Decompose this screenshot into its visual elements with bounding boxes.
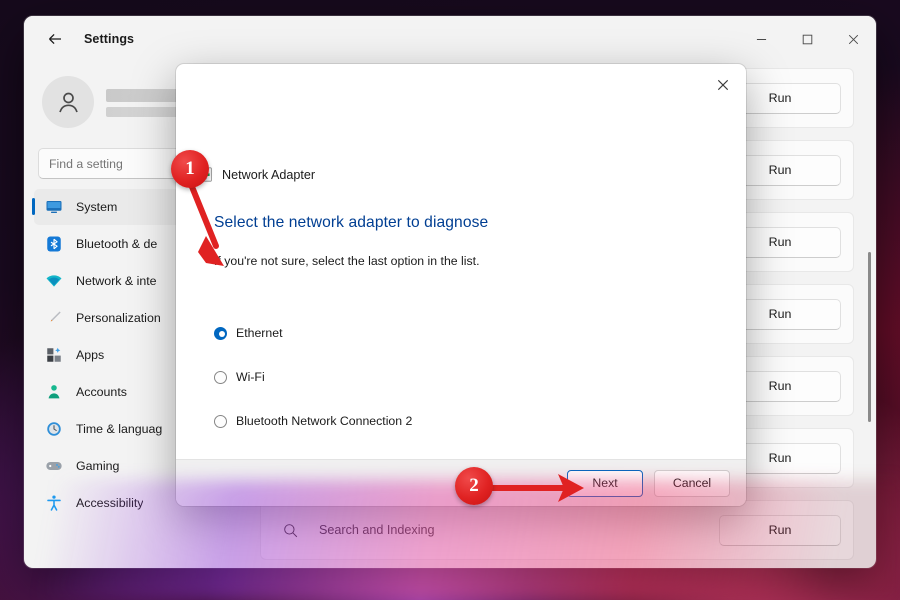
sidebar-item-label: Apps — [76, 348, 105, 362]
page-title: Settings — [84, 32, 135, 46]
sidebar-item-label: Accounts — [76, 385, 127, 399]
sidebar-item-label: Personalization — [76, 311, 161, 325]
sidebar-item-label: Accessibility — [76, 496, 144, 510]
annotation-step-2-badge: 2 — [455, 467, 493, 505]
sidebar-item-label: Gaming — [76, 459, 120, 473]
network-adapter-dialog: Network Adapter Select the network adapt… — [176, 64, 746, 506]
apps-grid-icon — [44, 346, 63, 365]
account-person-icon — [44, 383, 63, 402]
close-icon — [848, 34, 858, 44]
adapter-radio-group: Ethernet Wi-Fi Bluetooth Network Connect… — [214, 322, 412, 476]
dialog-close-button[interactable] — [706, 70, 740, 100]
annotation-arrow-2 — [480, 474, 584, 502]
paintbrush-icon — [44, 309, 63, 328]
gamepad-icon — [44, 457, 63, 476]
search-circle-icon — [279, 522, 301, 539]
clock-icon — [44, 420, 63, 439]
minimize-icon — [756, 38, 766, 40]
radio-mark-icon — [214, 326, 227, 340]
maximize-icon — [802, 34, 812, 44]
sidebar-item-label: System — [76, 200, 118, 214]
dialog-subtext: If you're not sure, select the last opti… — [214, 254, 480, 268]
run-button[interactable]: Run — [719, 514, 841, 546]
annotation-step-1-badge: 1 — [171, 150, 209, 188]
sidebar-item-label: Network & inte — [76, 274, 157, 288]
window-controls — [738, 16, 876, 62]
radio-option-ethernet[interactable]: Ethernet — [214, 322, 412, 344]
cancel-button[interactable]: Cancel — [654, 469, 730, 497]
minimize-button[interactable] — [738, 16, 784, 62]
close-button[interactable] — [830, 16, 876, 62]
table-row[interactable]: Search and Indexing Run — [260, 500, 854, 560]
radio-option-bluetooth-network-connection-2[interactable]: Bluetooth Network Connection 2 — [214, 410, 412, 432]
monitor-icon — [44, 198, 63, 217]
back-button[interactable] — [40, 24, 70, 54]
avatar — [42, 76, 94, 128]
radio-option-label: Bluetooth Network Connection 2 — [236, 414, 413, 428]
radio-mark-icon — [214, 370, 227, 384]
sidebar-item-label: Bluetooth & de — [76, 237, 158, 251]
radio-option-label: Wi-Fi — [236, 370, 265, 384]
scrollbar[interactable] — [868, 252, 871, 422]
radio-mark-icon — [214, 414, 227, 428]
back-arrow-icon — [49, 33, 61, 45]
sidebar-item-label: Time & languag — [76, 422, 163, 436]
person-icon — [58, 92, 78, 112]
bluetooth-icon — [44, 235, 63, 254]
maximize-button[interactable] — [784, 16, 830, 62]
dialog-heading: Select the network adapter to diagnose — [214, 214, 489, 231]
wifi-icon — [44, 272, 63, 291]
close-icon — [717, 79, 729, 91]
settings-titlebar: Settings — [24, 16, 876, 62]
troubleshooter-label: Search and Indexing — [319, 523, 435, 537]
radio-option-label: Ethernet — [236, 326, 283, 340]
desktop-background: Settings Find a setting System Bluetooth… — [0, 0, 900, 600]
radio-option-wifi[interactable]: Wi-Fi — [214, 366, 412, 388]
accessibility-person-icon — [44, 494, 63, 513]
